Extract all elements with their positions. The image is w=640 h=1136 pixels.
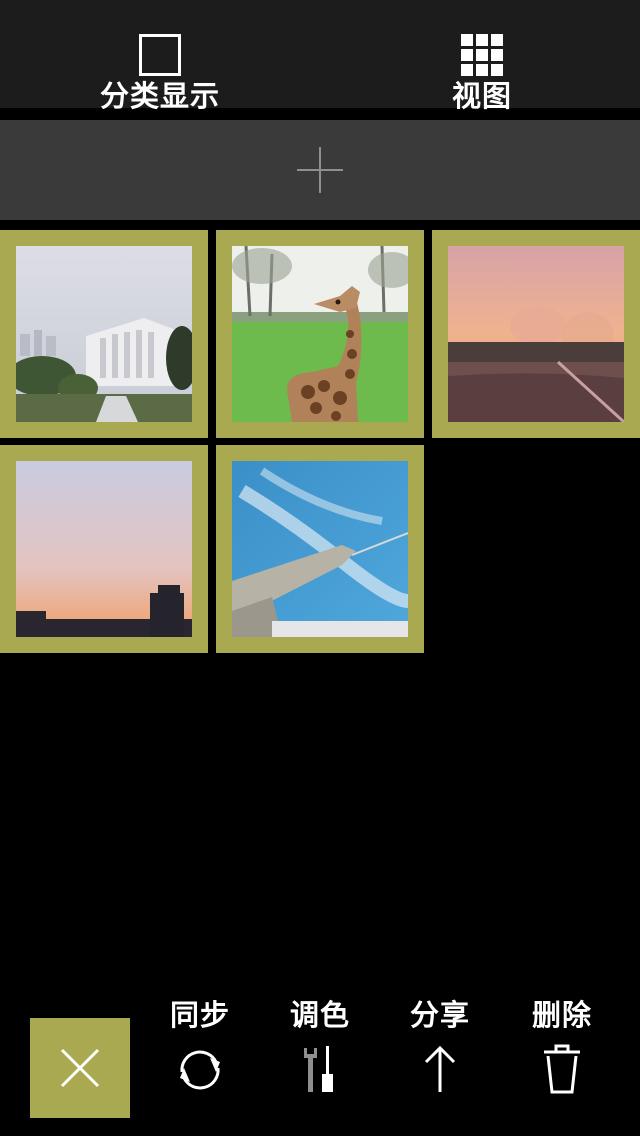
sunset-skyline-photo xyxy=(16,461,192,637)
photo-tile-airplane[interactable] xyxy=(216,445,424,653)
view-button[interactable]: 视图 xyxy=(382,0,582,113)
view-label: 视图 xyxy=(451,79,512,113)
campus-photo xyxy=(16,246,192,422)
bottom-toolbar: 同步 调色 分享 删除 xyxy=(0,990,640,1136)
trash-icon xyxy=(534,1042,590,1098)
photo-tile-giraffe[interactable] xyxy=(216,230,424,438)
delete-button[interactable]: 删除 xyxy=(502,998,622,1098)
share-label: 分享 xyxy=(409,998,470,1032)
sync-label: 同步 xyxy=(169,998,230,1032)
share-button[interactable]: 分享 xyxy=(380,998,500,1098)
giraffe-photo xyxy=(232,246,408,422)
adjust-color-label: 调色 xyxy=(289,998,350,1032)
top-bar: 分类显示 视图 xyxy=(0,0,640,113)
photo-tile-sunset-skyline[interactable] xyxy=(0,445,208,653)
plus-icon xyxy=(297,147,343,193)
sunset-river-photo xyxy=(448,246,624,422)
airplane-photo xyxy=(232,461,408,637)
single-square-icon xyxy=(139,34,181,76)
sync-icon xyxy=(172,1042,228,1098)
close-button[interactable] xyxy=(30,1018,130,1118)
photo-tile-campus[interactable] xyxy=(0,230,208,438)
add-photo-bar[interactable] xyxy=(0,120,640,220)
photo-tile-sunset-river[interactable] xyxy=(432,230,640,438)
category-display-button[interactable]: 分类显示 xyxy=(60,0,260,113)
close-icon xyxy=(60,1048,100,1088)
arrow-up-icon xyxy=(412,1042,468,1098)
category-display-label: 分类显示 xyxy=(99,79,220,113)
adjust-color-button[interactable]: 调色 xyxy=(260,998,380,1098)
sync-button[interactable]: 同步 xyxy=(140,998,260,1098)
tools-icon xyxy=(292,1042,348,1098)
delete-label: 删除 xyxy=(531,998,592,1032)
grid-view-icon xyxy=(461,34,503,76)
